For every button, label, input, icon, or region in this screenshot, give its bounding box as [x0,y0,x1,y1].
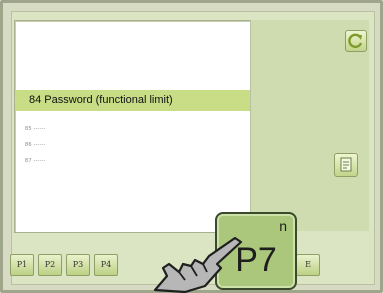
list-item[interactable]: 87 ------ [25,156,46,166]
tab-p3[interactable]: P3 [66,254,90,276]
tab-p2[interactable]: P2 [38,254,62,276]
tab-e[interactable]: E [296,254,320,276]
list-item[interactable]: 86 ------ [25,140,46,150]
document-button[interactable] [334,153,358,177]
tab-p1[interactable]: P1 [10,254,34,276]
parameter-list[interactable]: 84 Password (functional limit) 85 ------… [14,20,251,233]
refresh-button[interactable] [345,30,367,52]
hand-pointer-icon [153,236,243,293]
refresh-icon [348,33,363,49]
tab-p4[interactable]: P4 [94,254,118,276]
list-item-selected[interactable]: 84 Password (functional limit) [15,90,250,111]
p7-superscript: n [279,218,287,234]
list-item[interactable]: 85 ------ [25,124,46,134]
document-icon [340,157,352,172]
